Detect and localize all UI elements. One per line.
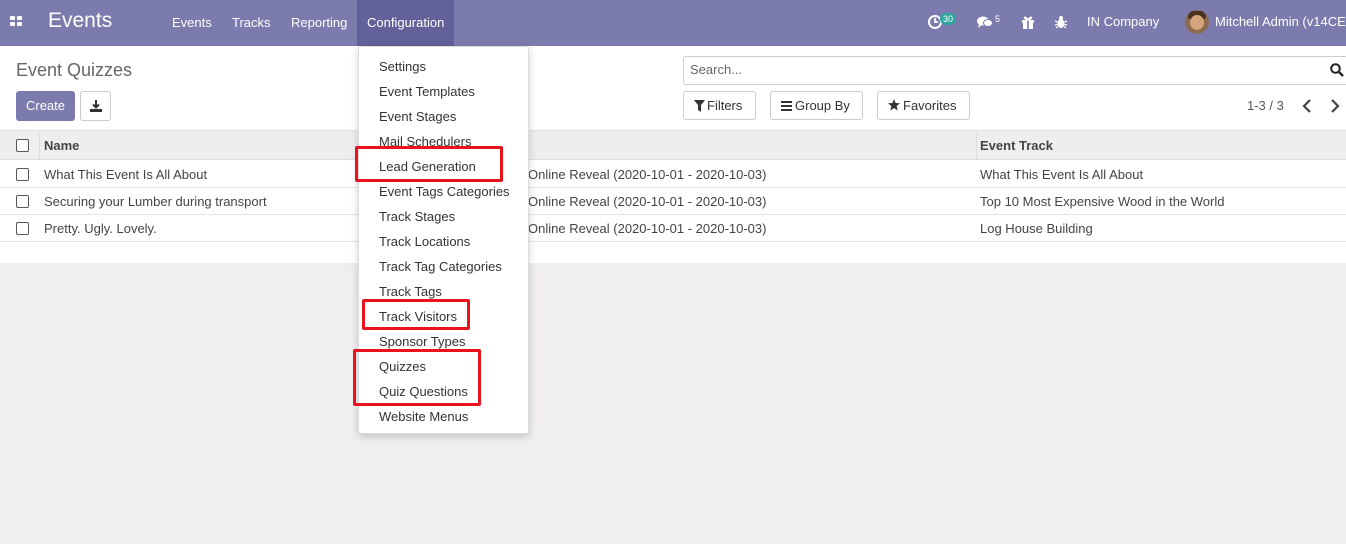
filters-label: Filters — [707, 98, 743, 113]
chat-icon[interactable] — [977, 14, 993, 30]
download-icon — [90, 100, 102, 112]
favorites-label: Favorites — [903, 98, 957, 113]
table-row[interactable]: What This Event Is All About Online Reve… — [0, 161, 1346, 188]
menu-item-event-stages[interactable]: Event Stages — [379, 104, 456, 129]
cell-event-track: Top 10 Most Expensive Wood in the World — [980, 194, 1225, 209]
chevron-right-icon[interactable] — [1328, 98, 1342, 114]
gift-icon[interactable] — [1020, 14, 1036, 30]
menu-item-mail-schedulers[interactable]: Mail Schedulers — [379, 129, 472, 154]
filters-button[interactable]: Filters — [683, 91, 756, 120]
menu-item-track-locations[interactable]: Track Locations — [379, 229, 470, 254]
user-avatar[interactable] — [1185, 10, 1209, 34]
menu-item-quiz-questions[interactable]: Quiz Questions — [379, 379, 468, 404]
table-row[interactable]: Pretty. Ugly. Lovely. Online Reveal (202… — [0, 215, 1346, 242]
menu-item-track-visitors[interactable]: Track Visitors — [379, 304, 457, 329]
activity-count-badge: 30 — [940, 13, 957, 25]
top-navbar: Events Events Tracks Reporting Configura… — [0, 0, 1346, 46]
menu-events[interactable]: Events — [162, 0, 222, 46]
menu-item-lead-generation[interactable]: Lead Generation — [379, 154, 476, 179]
cell-name: What This Event Is All About — [44, 167, 208, 182]
menu-item-settings[interactable]: Settings — [379, 54, 426, 79]
row-checkbox[interactable] — [16, 168, 29, 181]
cell-name: Securing your Lumber during transport — [44, 194, 267, 209]
menu-item-quizzes[interactable]: Quizzes — [379, 354, 426, 379]
search-input[interactable] — [690, 62, 1310, 77]
cell-event: Online Reveal (2020-10-01 - 2020-10-03) — [528, 167, 767, 182]
favorites-button[interactable]: Favorites — [877, 91, 970, 120]
user-menu[interactable]: Mitchell Admin (v14CE — [1215, 0, 1346, 44]
column-header-event-track[interactable]: Event Track — [980, 131, 1053, 160]
menu-configuration[interactable]: Configuration — [357, 0, 454, 46]
search-icon[interactable] — [1330, 63, 1344, 77]
export-button[interactable] — [80, 91, 111, 121]
group-by-button[interactable]: Group By — [770, 91, 863, 120]
search-box[interactable] — [683, 56, 1346, 85]
chevron-left-icon[interactable] — [1300, 98, 1314, 114]
menu-item-website-menus[interactable]: Website Menus — [379, 404, 468, 429]
configuration-dropdown-menu: Settings Event Templates Event Stages Ma… — [358, 46, 529, 434]
table-footer — [0, 242, 1346, 269]
bug-icon[interactable] — [1053, 14, 1069, 30]
messages-count-badge: 5 — [995, 14, 1001, 24]
company-switcher[interactable]: IN Company — [1087, 0, 1159, 44]
table-header: Name Event Track — [0, 131, 1346, 160]
page-title: Event Quizzes — [16, 60, 133, 80]
menu-item-track-tag-categories[interactable]: Track Tag Categories — [379, 254, 502, 279]
cell-event-track: What This Event Is All About — [980, 167, 1144, 182]
select-all-checkbox[interactable] — [16, 139, 29, 152]
app-title: Events — [48, 9, 113, 32]
apps-grid-icon[interactable] — [10, 16, 23, 27]
menu-tracks[interactable]: Tracks — [222, 0, 281, 46]
column-header-name[interactable]: Name — [44, 131, 79, 160]
menu-item-sponsor-types[interactable]: Sponsor Types — [379, 329, 465, 354]
row-checkbox[interactable] — [16, 195, 29, 208]
pager-value[interactable]: 1-3 / 3 — [1247, 98, 1284, 113]
cell-name: Pretty. Ugly. Lovely. — [44, 221, 157, 236]
control-panel: Event Quizzes Create Filters Group By Fa… — [0, 46, 1346, 131]
group-by-label: Group By — [795, 98, 850, 113]
cell-event-track: Log House Building — [980, 221, 1093, 236]
filter-icon — [694, 100, 705, 112]
group-by-icon — [781, 101, 792, 111]
star-icon — [888, 99, 900, 111]
list-view: Name Event Track What This Event Is All … — [0, 131, 1346, 269]
menu-item-event-templates[interactable]: Event Templates — [379, 79, 475, 104]
menu-reporting[interactable]: Reporting — [281, 0, 357, 46]
menu-item-event-tags-categories[interactable]: Event Tags Categories — [379, 179, 510, 204]
row-checkbox[interactable] — [16, 222, 29, 235]
table-row[interactable]: Securing your Lumber during transport On… — [0, 188, 1346, 215]
cell-event: Online Reveal (2020-10-01 - 2020-10-03) — [528, 221, 767, 236]
menu-item-track-tags[interactable]: Track Tags — [379, 279, 442, 304]
cell-event: Online Reveal (2020-10-01 - 2020-10-03) — [528, 194, 767, 209]
menu-item-track-stages[interactable]: Track Stages — [379, 204, 455, 229]
create-button[interactable]: Create — [16, 91, 75, 121]
